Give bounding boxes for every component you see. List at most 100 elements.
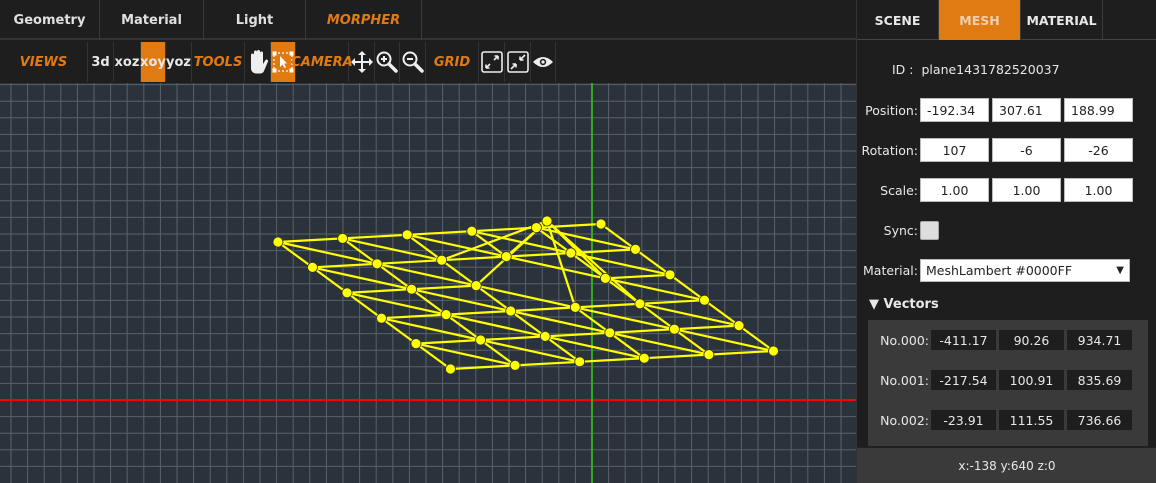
mesh-vertex [574, 356, 586, 368]
mesh-vertex [470, 280, 482, 292]
vector-x: -217.54 [931, 370, 996, 390]
shrink-icon [506, 51, 529, 73]
properties-panel: SCENE MESH MATERIAL ID : plane1431782520… [856, 0, 1156, 483]
mesh-edge [515, 360, 580, 367]
position-row: Position: -192.34 307.61 188.99 [857, 98, 1136, 122]
material-row: Material: MeshLambert #0000FF ▼ [857, 259, 1130, 282]
vector-x: -23.91 [931, 410, 996, 430]
mesh-edge [506, 251, 571, 258]
viewport-scene [0, 83, 856, 483]
mesh-vertex [604, 327, 616, 339]
scale-z-input[interactable]: 1.00 [1064, 178, 1133, 202]
position-x-input[interactable]: -192.34 [920, 98, 989, 122]
vectors-list: No.000: -411.17 90.26 934.71 No.001: -21… [868, 320, 1148, 446]
rotation-row: Rotation: 107 -6 -26 [857, 138, 1136, 162]
vector-label: No.000: [880, 332, 929, 348]
views-label: VIEWS [0, 42, 88, 82]
mesh-vertex [569, 301, 581, 313]
rotation-z-input[interactable]: -26 [1064, 138, 1133, 162]
vector-row: No.002: -23.91 111.55 736.66 [868, 410, 1135, 430]
move-camera-button[interactable] [349, 42, 375, 82]
vector-row: No.000: -411.17 90.26 934.71 [868, 330, 1135, 350]
vector-y: 100.91 [999, 370, 1064, 390]
view-xoy-button[interactable]: xoy [140, 42, 166, 82]
sync-row: Sync: [857, 221, 939, 240]
vector-label: No.001: [880, 372, 929, 388]
vector-row: No.001: -217.54 100.91 835.69 [868, 370, 1135, 390]
material-label: Material: [863, 263, 918, 278]
material-select[interactable]: MeshLambert #0000FF ▼ [920, 259, 1130, 282]
expand-grid-button[interactable] [479, 42, 505, 82]
mesh-vertex [307, 261, 318, 273]
zoom-out-button[interactable] [400, 42, 426, 82]
view-3d-button[interactable]: 3d [88, 42, 114, 82]
rotation-y-input[interactable]: -6 [992, 138, 1061, 162]
vectors-toggle[interactable]: ▼ Vectors [869, 297, 939, 312]
mesh-vertex [341, 287, 353, 299]
mesh-vertex [634, 298, 646, 310]
view-yoz-button[interactable]: yoz [166, 42, 192, 82]
top-tabs: Geometry Material Light MORPHER [0, 0, 856, 40]
sync-label: Sync: [883, 223, 918, 238]
tab-material-panel[interactable]: MATERIAL [1021, 0, 1103, 40]
mesh-edge [346, 288, 412, 294]
mesh-vertex [630, 243, 641, 255]
tab-morpher[interactable]: MORPHER [306, 0, 422, 40]
mesh-edge [381, 313, 447, 320]
mesh-vertex [500, 251, 512, 263]
scale-y-input[interactable]: 1.00 [992, 178, 1061, 202]
scale-label: Scale: [880, 182, 918, 198]
view-xoz-button[interactable]: xoz [114, 42, 141, 82]
mesh-edge [605, 273, 671, 280]
move-icon [350, 51, 373, 73]
expand-icon [480, 51, 503, 73]
shrink-grid-button[interactable] [505, 42, 531, 82]
scale-row: Scale: 1.00 1.00 1.00 [857, 178, 1136, 202]
mesh-edge [674, 324, 740, 331]
mesh-vertex [440, 309, 452, 321]
camera-label: CAMERA [291, 42, 353, 82]
tab-light[interactable]: Light [204, 0, 306, 40]
hand-tool-button[interactable] [245, 42, 271, 82]
mesh-edge [644, 353, 709, 360]
mesh-vertex [699, 294, 710, 306]
tab-mesh[interactable]: MESH [939, 0, 1021, 40]
position-z-input[interactable]: 188.99 [1064, 98, 1133, 122]
viewport-canvas[interactable] [0, 83, 856, 483]
tab-scene[interactable]: SCENE [857, 0, 939, 40]
zoom-in-button[interactable] [375, 42, 400, 82]
mesh-vertex [638, 352, 650, 364]
position-y-input[interactable]: 307.61 [992, 98, 1061, 122]
mesh-vertex [445, 363, 456, 375]
scale-x-input[interactable]: 1.00 [920, 178, 989, 202]
toggle-grid-visibility-button[interactable] [531, 42, 556, 82]
rotation-label: Rotation: [861, 142, 919, 158]
editor-area: Geometry Material Light MORPHER VIEWS 3d… [0, 0, 856, 483]
mesh-edge [411, 284, 477, 291]
mesh-vertex [337, 232, 349, 244]
mesh-vertex [466, 225, 478, 237]
mesh-vertex [768, 345, 779, 357]
tab-geometry[interactable]: Geometry [0, 0, 100, 40]
mesh-edge [510, 306, 576, 313]
mesh-vertex [531, 222, 542, 234]
right-tabs: SCENE MESH MATERIAL [857, 0, 1156, 40]
vector-y: 90.26 [999, 330, 1064, 350]
tools-label: TOOLS [192, 42, 245, 82]
coordinate-status: x:-138 y:640 z:0 [857, 447, 1156, 483]
mesh-edge [480, 335, 546, 342]
sync-checkbox[interactable] [920, 221, 939, 240]
rotation-x-input[interactable]: 107 [920, 138, 989, 162]
mesh-vertex [565, 247, 577, 259]
mesh-edge [575, 302, 640, 309]
zoom-out-icon [402, 51, 424, 73]
mesh-edge [579, 357, 645, 363]
vector-z: 934.71 [1067, 330, 1132, 350]
mesh-vertex [733, 320, 745, 332]
mesh-vertex [600, 272, 611, 284]
tab-material[interactable]: Material [100, 0, 204, 40]
mesh-edge [342, 233, 408, 240]
vector-x: -411.17 [931, 330, 996, 350]
id-label: ID : [892, 62, 914, 77]
mesh-vertex [401, 229, 413, 241]
